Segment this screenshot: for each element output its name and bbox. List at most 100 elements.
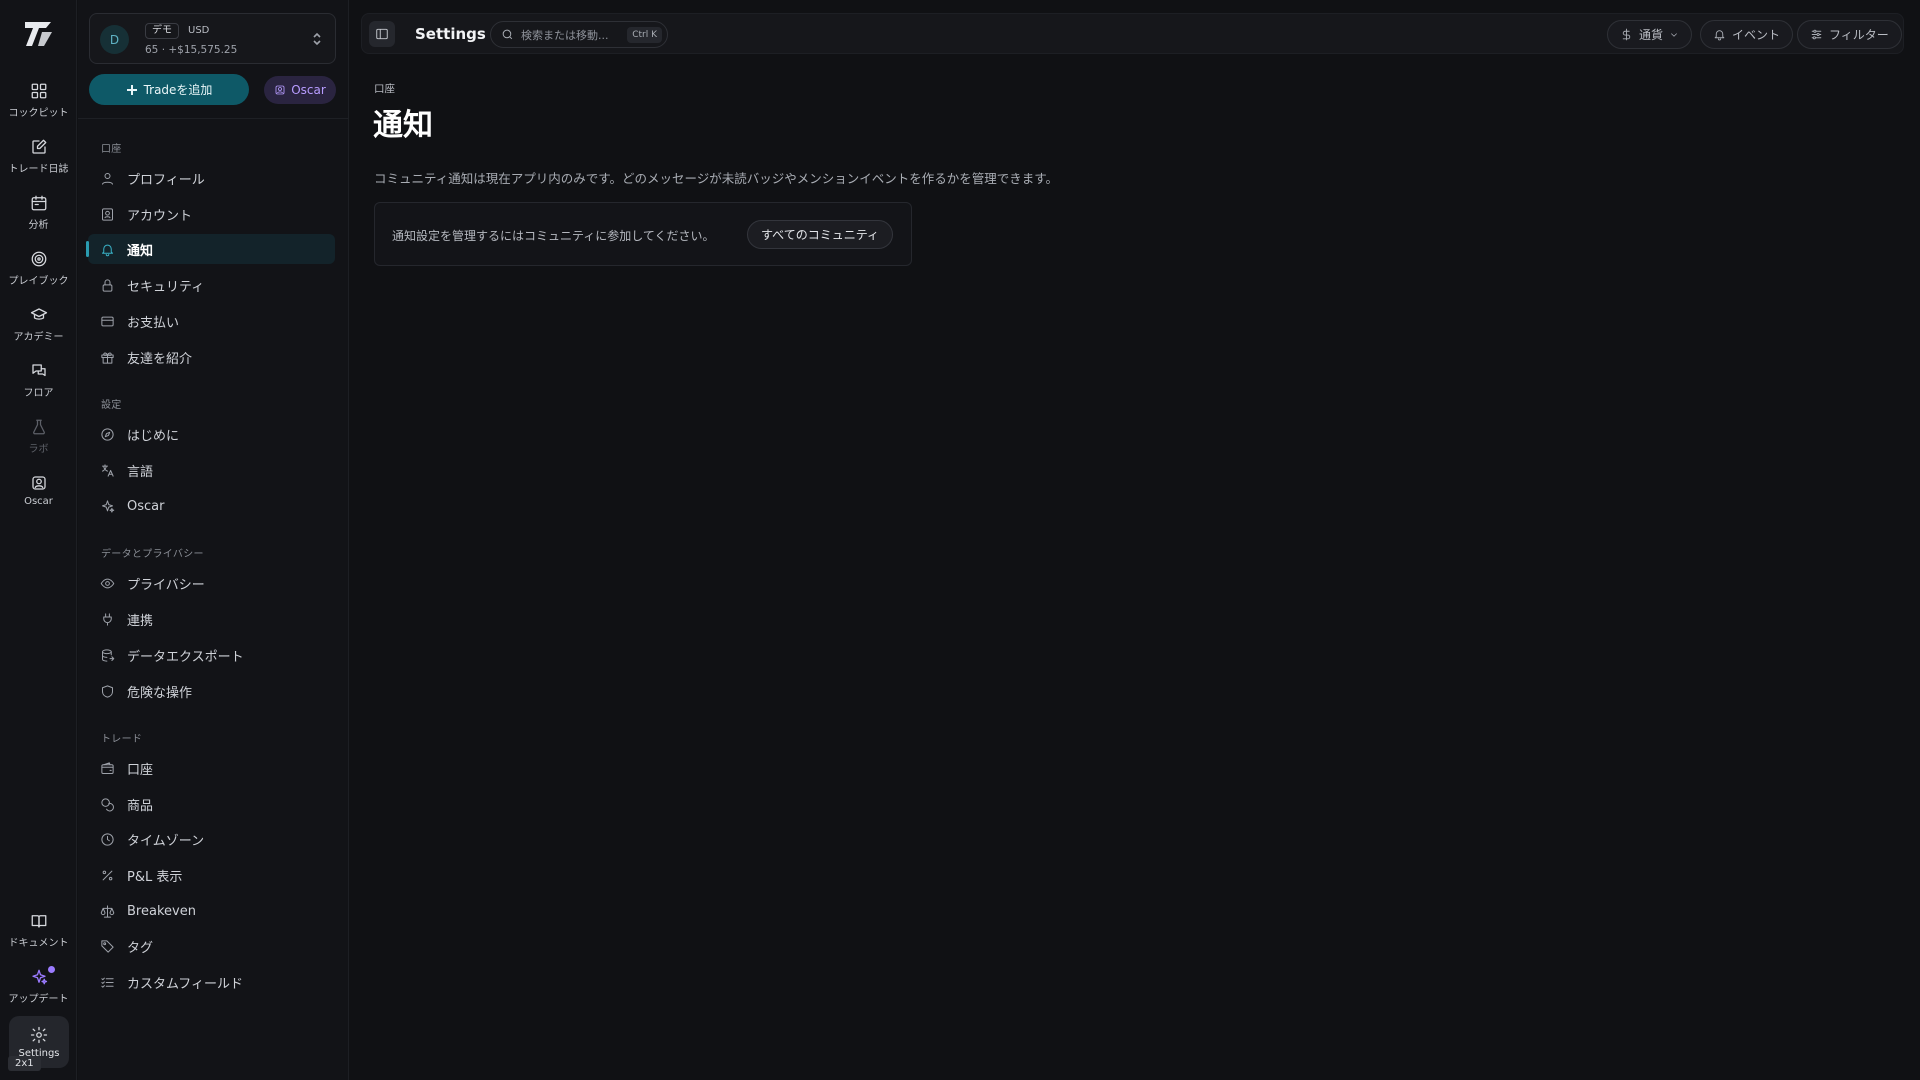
- wallet-icon: [101, 761, 114, 774]
- events-button[interactable]: イベント: [1700, 20, 1794, 49]
- sidebar-item-data-export[interactable]: データエクスポート: [88, 640, 335, 670]
- sidebar-item-label: タグ: [127, 940, 154, 956]
- account-avatar: D: [100, 25, 129, 54]
- eye-icon: [100, 578, 115, 588]
- rail-item-lab[interactable]: ラボ: [0, 418, 77, 472]
- id-card-icon: [102, 207, 113, 221]
- sidebar-item-profile[interactable]: プロフィール: [88, 163, 335, 193]
- sidebar-item-referral[interactable]: 友達を紹介: [88, 342, 335, 372]
- add-trade-button[interactable]: Tradeを追加: [89, 74, 249, 105]
- group-label-account: 口座: [101, 144, 122, 155]
- account-summary: 65 · +$15,575.25: [145, 44, 238, 56]
- sidebar-item-trading-accounts[interactable]: 口座: [88, 753, 335, 783]
- sidebar-item-label: プロフィール: [127, 172, 205, 188]
- sliders-icon: [1811, 29, 1822, 40]
- translate-icon: [102, 463, 114, 477]
- all-communities-button[interactable]: すべてのコミュニティ: [747, 220, 893, 249]
- top-bar: Settings 検索または移動... Ctrl K 通貨 イベント フィルター: [361, 13, 1904, 54]
- rail-item-cockpit[interactable]: コックピット: [0, 82, 77, 136]
- rail-item-label: フロア: [23, 388, 54, 399]
- rail-item-label: アップデート: [8, 994, 69, 1005]
- target-icon: [31, 251, 46, 267]
- zoom-badge: 2x1: [8, 1056, 41, 1071]
- group-label-data-privacy: データとプライバシー: [101, 549, 204, 560]
- sidebar-item-security[interactable]: セキュリティ: [88, 270, 335, 300]
- search-shortcut: Ctrl K: [627, 27, 662, 43]
- rail-item-analytics[interactable]: 分析: [0, 194, 77, 248]
- oscar-label: Oscar: [291, 83, 326, 97]
- tag-icon: [101, 939, 114, 953]
- sidebar-item-breakeven[interactable]: Breakeven: [88, 896, 335, 926]
- bot-icon: [275, 85, 285, 95]
- page-header-title: Settings: [415, 25, 486, 43]
- oscar-button[interactable]: Oscar: [264, 76, 336, 104]
- sidebar-item-oscar[interactable]: Oscar: [88, 491, 335, 521]
- search-icon: [502, 29, 513, 40]
- sidebar-item-label: 友達を紹介: [127, 351, 193, 367]
- sidebar-item-integrations[interactable]: 連携: [88, 604, 335, 634]
- rail-item-journal[interactable]: トレード日誌: [0, 138, 77, 192]
- currency-label: 通貨: [1639, 28, 1664, 42]
- rail-item-playbook[interactable]: プレイブック: [0, 250, 77, 304]
- dashboard-icon: [31, 83, 46, 99]
- dollar-icon: [1622, 28, 1631, 41]
- search-input[interactable]: 検索または移動... Ctrl K: [490, 21, 668, 48]
- currency-dropdown[interactable]: 通貨: [1607, 20, 1693, 49]
- sidebar-item-label: 連携: [127, 613, 154, 629]
- lock-icon: [102, 278, 113, 292]
- sidebar-item-label: Breakeven: [127, 903, 196, 919]
- bell-icon: [1714, 30, 1725, 41]
- sidebar-item-custom-fields[interactable]: カスタムフィールド: [88, 967, 335, 997]
- group-label-preferences: 設定: [101, 400, 122, 411]
- sidebar-item-label: 商品: [127, 798, 154, 814]
- credit-card-icon: [101, 316, 114, 326]
- scale-icon: [100, 904, 115, 918]
- sidebar-item-label: お支払い: [127, 315, 180, 331]
- sidebar-item-label: プライバシー: [127, 577, 205, 593]
- rail-item-docs[interactable]: ドキュメント: [0, 912, 77, 966]
- sidebar-toggle-button[interactable]: [369, 21, 395, 47]
- page-title: 通知: [373, 108, 433, 143]
- rail-item-updates[interactable]: アップデート: [0, 966, 77, 1022]
- sidebar-item-label: カスタムフィールド: [127, 976, 243, 992]
- account-switcher[interactable]: D デモ USD 65 · +$15,575.25: [89, 13, 336, 64]
- sidebar-item-instruments[interactable]: 商品: [88, 789, 335, 819]
- gear-icon: [30, 1026, 48, 1043]
- rail-item-oscar[interactable]: Oscar: [0, 474, 77, 528]
- filter-button[interactable]: フィルター: [1797, 20, 1902, 49]
- rail-item-floor[interactable]: フロア: [0, 362, 77, 416]
- rail-item-label: コックピット: [8, 108, 69, 119]
- sidebar-item-label: タイムゾーン: [127, 833, 205, 849]
- sidebar-item-getting-started[interactable]: はじめに: [88, 419, 335, 449]
- clock-icon: [101, 832, 114, 846]
- account-mode-chip: デモ: [145, 23, 179, 39]
- sidebar-item-account[interactable]: アカウント: [88, 199, 335, 229]
- rail-item-label: Oscar: [24, 496, 53, 507]
- sidebar-item-label: はじめに: [127, 428, 180, 444]
- sidebar-item-privacy[interactable]: プライバシー: [88, 568, 335, 598]
- plus-icon: [126, 84, 137, 95]
- sidebar-item-timezone[interactable]: タイムゾーン: [88, 824, 335, 854]
- filter-label: フィルター: [1829, 28, 1889, 42]
- notice-text: 通知設定を管理するにはコミュニティに参加してください。: [392, 229, 715, 243]
- app-rail: コックピット トレード日誌 分析 プレイブック アカデミー フロア ラボ Osc…: [0, 0, 77, 1080]
- compass-icon: [101, 427, 114, 441]
- sidebar-item-pnl-display[interactable]: P&L 表示: [88, 860, 335, 890]
- sidebar-item-tags[interactable]: タグ: [88, 931, 335, 961]
- rail-item-label: ドキュメント: [8, 938, 69, 949]
- sidebar-item-label: 危険な操作: [127, 685, 193, 701]
- sidebar-item-label: セキュリティ: [127, 279, 205, 295]
- app-logo[interactable]: [20, 16, 56, 52]
- sidebar-item-notifications[interactable]: 通知: [86, 234, 335, 264]
- sidebar-item-billing[interactable]: お支払い: [88, 306, 335, 336]
- sidebar-item-label: P&L 表示: [127, 869, 183, 885]
- sidebar-item-label: アカウント: [127, 208, 193, 224]
- rail-item-academy[interactable]: アカデミー: [0, 306, 77, 360]
- gift-icon: [101, 352, 114, 364]
- sidebar-item-language[interactable]: 言語: [88, 455, 335, 485]
- rail-item-label: ラボ: [28, 444, 49, 455]
- sidebar-item-label: 言語: [127, 464, 154, 480]
- bot-icon: [31, 476, 46, 490]
- sidebar-item-danger-zone[interactable]: 危険な操作: [88, 676, 335, 706]
- sidebar-panel-icon: [376, 28, 388, 40]
